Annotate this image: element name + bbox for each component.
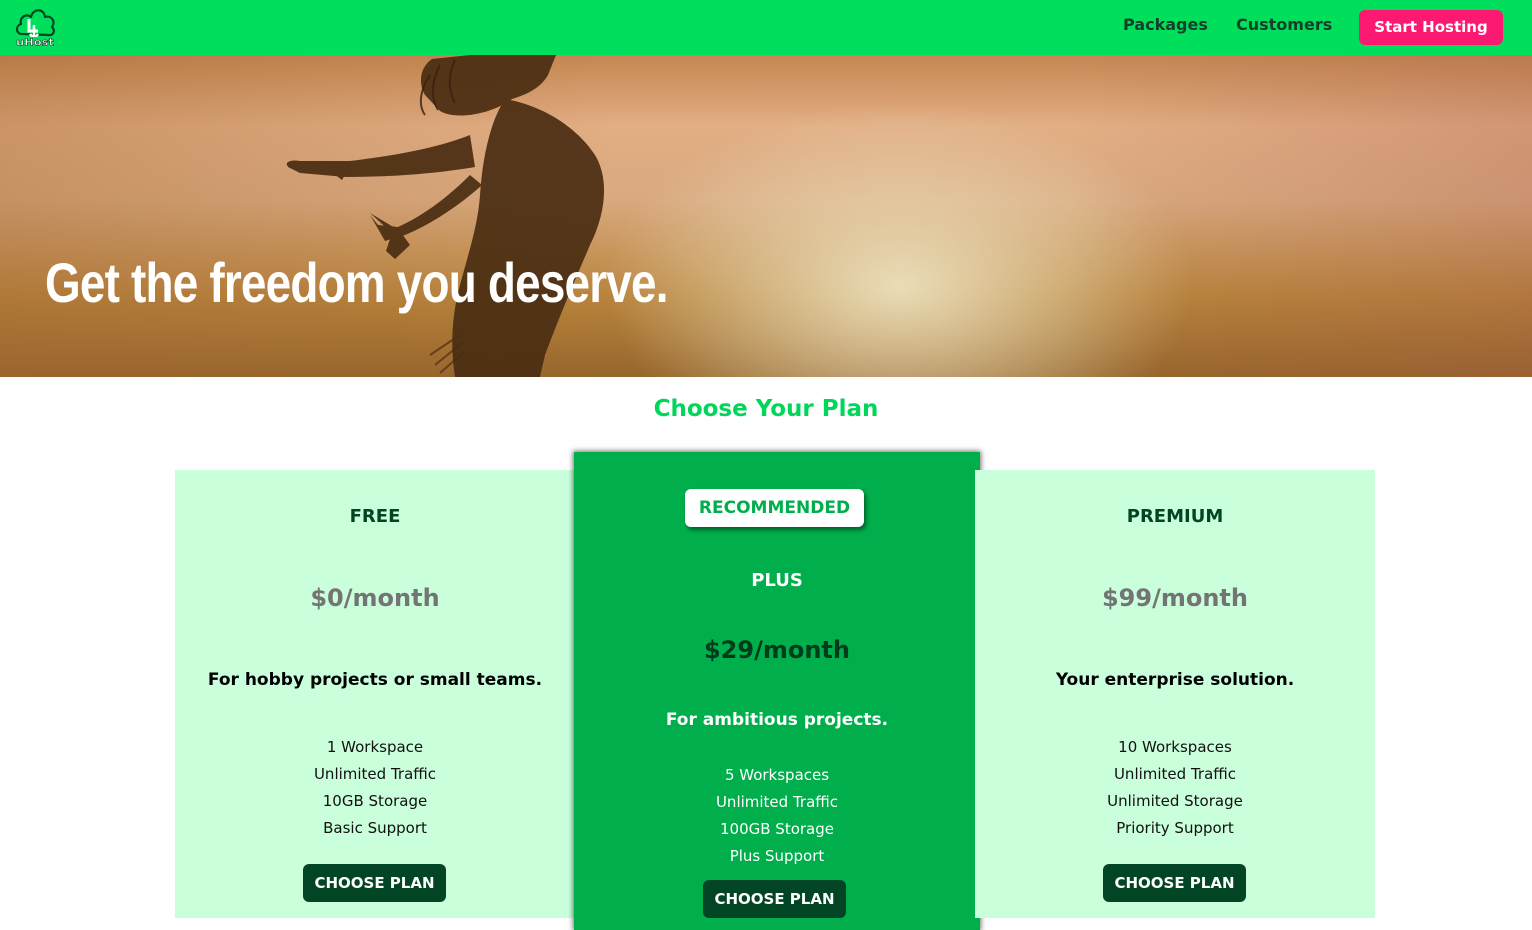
feature-item: Unlimited Traffic	[1113, 765, 1237, 783]
hero-banner: Get the freedom you deserve.	[0, 55, 1532, 377]
plan-description: For hobby projects or small teams.	[207, 670, 543, 690]
feature-item: Priority Support	[1116, 819, 1234, 837]
uhost-logo[interactable]: uHost	[13, 5, 57, 49]
plan-price: $99/month	[1101, 584, 1248, 612]
feature-item: 100GB Storage	[719, 820, 834, 838]
feature-item: 1 Workspace	[326, 738, 424, 756]
start-hosting-button[interactable]: Start Hosting	[1359, 10, 1503, 45]
nav-customers-link[interactable]: Customers	[1236, 15, 1332, 34]
plan-card-premium: PREMIUM $99/month Your enterprise soluti…	[975, 470, 1375, 918]
hero-title: Get the freedom you deserve.	[45, 251, 669, 314]
feature-item: Unlimited Traffic	[715, 793, 839, 811]
main-header: uHost Packages Customers Start Hosting	[0, 0, 1532, 55]
plan-description: Your enterprise solution.	[1055, 670, 1295, 690]
feature-item: Plus Support	[729, 847, 825, 865]
plan-name: PLUS	[751, 570, 803, 591]
cloud-logo-icon: uHost	[16, 9, 55, 49]
plan-name: FREE	[349, 506, 401, 527]
plan-features: 10 Workspaces Unlimited Traffic Unlimite…	[975, 734, 1375, 842]
logo-text: uHost	[16, 38, 54, 49]
feature-item: Unlimited Traffic	[313, 765, 437, 783]
recommended-badge: RECOMMENDED	[685, 489, 864, 527]
person-silhouette-image	[286, 55, 605, 377]
choose-plan-premium-button[interactable]: CHOOSE PLAN	[1103, 864, 1246, 902]
feature-item: 10GB Storage	[322, 792, 428, 810]
choose-plan-heading: Choose Your Plan	[653, 396, 879, 422]
nav-packages-link[interactable]: Packages	[1123, 15, 1208, 34]
plan-price: $0/month	[310, 584, 440, 612]
feature-item: Basic Support	[323, 819, 427, 837]
plan-description: For ambitious projects.	[665, 710, 889, 730]
feature-item: 10 Workspaces	[1118, 738, 1232, 756]
plan-price: $29/month	[703, 636, 850, 664]
choose-plan-free-button[interactable]: CHOOSE PLAN	[303, 864, 446, 902]
choose-plan-plus-button[interactable]: CHOOSE PLAN	[703, 880, 846, 918]
plan-features: 1 Workspace Unlimited Traffic 10GB Stora…	[175, 734, 575, 842]
plan-features: 5 Workspaces Unlimited Traffic 100GB Sto…	[574, 762, 980, 870]
feature-item: 5 Workspaces	[724, 766, 830, 784]
plan-card-plus: RECOMMENDED PLUS $29/month For ambitious…	[574, 452, 980, 930]
feature-item: Unlimited Storage	[1107, 792, 1243, 810]
plan-card-free: FREE $0/month For hobby projects or smal…	[175, 470, 575, 918]
plan-name: PREMIUM	[1126, 506, 1224, 527]
